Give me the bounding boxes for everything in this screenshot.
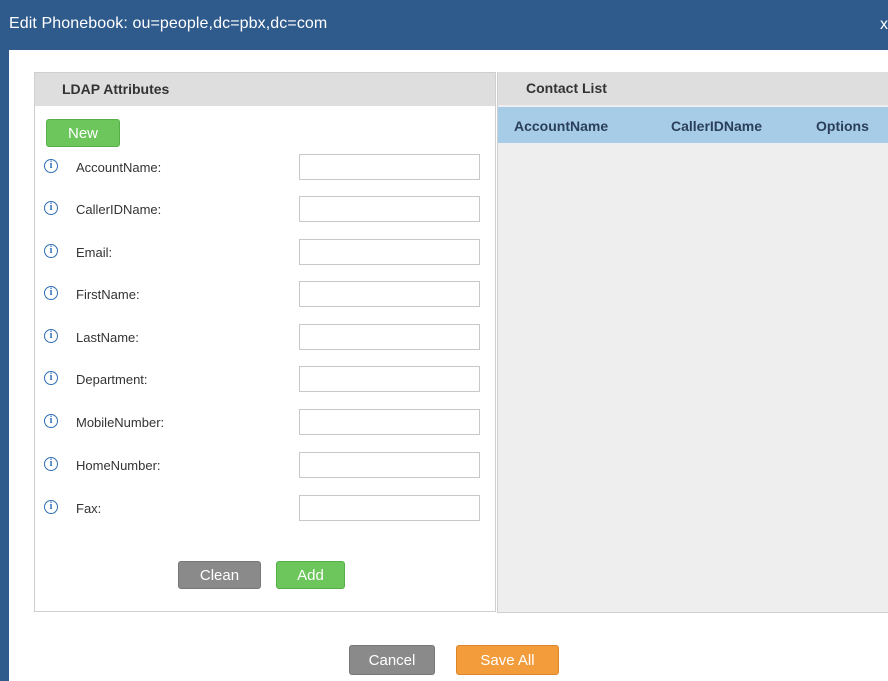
info-icon[interactable]: i <box>44 159 58 173</box>
homenumber-input[interactable] <box>299 452 480 478</box>
new-button[interactable]: New <box>46 119 120 147</box>
ldap-attributes-panel: LDAP Attributes New i AccountName: i Cal… <box>34 72 496 612</box>
dialog-titlebar: Edit Phonebook: ou=people,dc=pbx,dc=com … <box>9 0 888 50</box>
field-row-mobilenumber: i MobileNumber: <box>35 409 495 435</box>
field-label: MobileNumber: <box>76 415 165 430</box>
field-row-department: i Department: <box>35 366 495 392</box>
column-header-accountname[interactable]: AccountName <box>514 118 608 134</box>
department-input[interactable] <box>299 366 480 392</box>
field-row-email: i Email: <box>35 239 495 265</box>
column-header-options[interactable]: Options <box>816 118 869 134</box>
field-label: AccountName: <box>76 160 162 175</box>
contact-list-header: Contact List <box>498 72 888 105</box>
info-icon[interactable]: i <box>44 500 58 514</box>
field-label: Fax: <box>76 501 102 516</box>
field-label: LastName: <box>76 330 139 345</box>
contact-table-header: AccountName CallerIDName Options <box>498 107 888 143</box>
info-icon[interactable]: i <box>44 286 58 300</box>
field-row-firstname: i FirstName: <box>35 281 495 307</box>
info-icon[interactable]: i <box>44 457 58 471</box>
contact-list-panel: Contact List AccountName CallerIDName Op… <box>497 72 888 613</box>
field-label: HomeNumber: <box>76 458 161 473</box>
field-label: FirstName: <box>76 287 140 302</box>
field-row-lastname: i LastName: <box>35 324 495 350</box>
cancel-button[interactable]: Cancel <box>349 645 435 675</box>
field-label: Email: <box>76 245 113 260</box>
field-label: Department: <box>76 372 148 387</box>
mobilenumber-input[interactable] <box>299 409 480 435</box>
close-icon[interactable]: x <box>880 16 888 34</box>
clean-button[interactable]: Clean <box>178 561 261 589</box>
ldap-attributes-header: LDAP Attributes <box>35 73 495 106</box>
field-row-fax: i Fax: <box>35 495 495 521</box>
lastname-input[interactable] <box>299 324 480 350</box>
info-icon[interactable]: i <box>44 244 58 258</box>
column-header-calleridname[interactable]: CallerIDName <box>671 118 762 134</box>
info-icon[interactable]: i <box>44 371 58 385</box>
dialog-title: Edit Phonebook: ou=people,dc=pbx,dc=com <box>9 15 328 32</box>
field-row-calleridname: i CallerIDName: <box>35 196 495 222</box>
edit-phonebook-dialog: Edit Phonebook: ou=people,dc=pbx,dc=com … <box>9 0 888 681</box>
save-all-button[interactable]: Save All <box>456 645 559 675</box>
info-icon[interactable]: i <box>44 329 58 343</box>
email-input[interactable] <box>299 239 480 265</box>
calleridname-input[interactable] <box>299 196 480 222</box>
info-icon[interactable]: i <box>44 414 58 428</box>
info-icon[interactable]: i <box>44 201 58 215</box>
field-row-homenumber: i HomeNumber: <box>35 452 495 478</box>
field-label: CallerIDName: <box>76 202 162 217</box>
add-button[interactable]: Add <box>276 561 345 589</box>
firstname-input[interactable] <box>299 281 480 307</box>
field-row-accountname: i AccountName: <box>35 154 495 180</box>
accountname-input[interactable] <box>299 154 480 180</box>
fax-input[interactable] <box>299 495 480 521</box>
